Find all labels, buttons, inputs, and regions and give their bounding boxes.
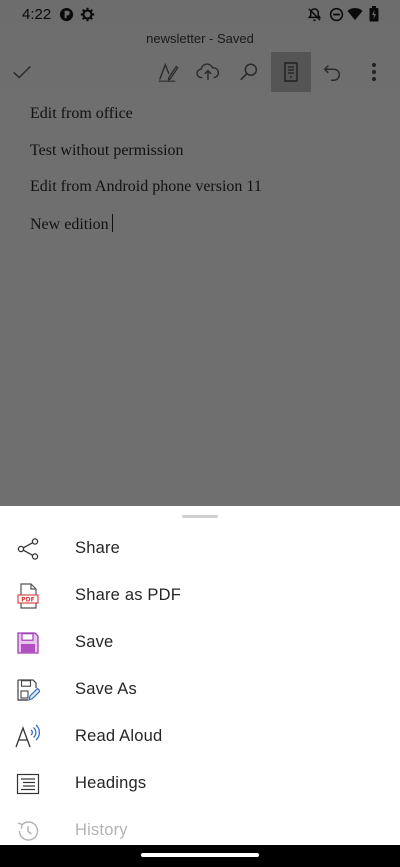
notifications-off-icon	[306, 6, 322, 22]
search-icon[interactable]	[229, 52, 269, 92]
sheet-drag-handle[interactable]	[182, 515, 218, 518]
menu-item-save-as[interactable]: Save As	[0, 668, 400, 715]
menu-item-label: Save	[75, 633, 114, 651]
menu-item-label: Save As	[75, 680, 137, 698]
document-line: Test without permission	[30, 142, 184, 159]
text-cursor	[111, 214, 113, 232]
menu-item-share[interactable]: Share	[0, 527, 400, 574]
status-time: 4:22	[22, 6, 52, 23]
draw-icon[interactable]	[148, 52, 188, 92]
app-notification-icon	[58, 6, 74, 22]
menu-item-label: Share as PDF	[75, 586, 182, 604]
svg-text:PDF: PDF	[21, 596, 34, 603]
menu-item-label: Read Aloud	[75, 727, 163, 745]
wifi-icon	[347, 6, 363, 22]
home-gesture-handle[interactable]	[141, 853, 259, 857]
pdf-file-icon: PDF	[14, 582, 42, 610]
more-options-icon[interactable]	[354, 52, 394, 92]
save-as-icon	[14, 676, 42, 704]
document-line-current: New edition	[30, 214, 113, 234]
status-bar: 4:22	[0, 0, 400, 30]
menu-item-read-aloud[interactable]: Read Aloud	[0, 715, 400, 762]
checkmark-icon[interactable]	[2, 52, 42, 92]
menu-item-label: Share	[75, 539, 121, 557]
share-icon	[14, 535, 42, 563]
file-actions-sheet: Share PDF Share as PDF Save Save As Read…	[0, 506, 400, 845]
menu-item-label: Headings	[75, 774, 147, 792]
do-not-disturb-icon	[328, 6, 344, 22]
cloud-upload-icon[interactable]	[188, 52, 228, 92]
battery-icon	[366, 6, 382, 22]
read-aloud-icon	[14, 723, 42, 751]
menu-item-headings[interactable]: Headings	[0, 762, 400, 809]
menu-item-save[interactable]: Save	[0, 621, 400, 668]
menu-item-share-as-pdf[interactable]: PDF Share as PDF	[0, 574, 400, 621]
editor-toolbar	[0, 50, 400, 94]
menu-item-history[interactable]: History	[0, 809, 400, 845]
document-canvas[interactable]: Edit from office Test without permission…	[0, 94, 400, 506]
document-line: Edit from office	[30, 105, 133, 122]
system-navigation-bar	[0, 845, 400, 867]
document-title: newsletter - Saved	[146, 31, 254, 46]
settings-icon	[79, 6, 95, 22]
page-layout-icon[interactable]	[271, 52, 311, 92]
undo-icon[interactable]	[312, 52, 352, 92]
menu-item-label: History	[75, 821, 128, 839]
document-line: Edit from Android phone version 11	[30, 178, 262, 195]
history-icon	[14, 817, 42, 845]
headings-icon	[14, 770, 42, 798]
save-icon	[14, 629, 42, 657]
document-line-text: New edition	[30, 216, 109, 233]
